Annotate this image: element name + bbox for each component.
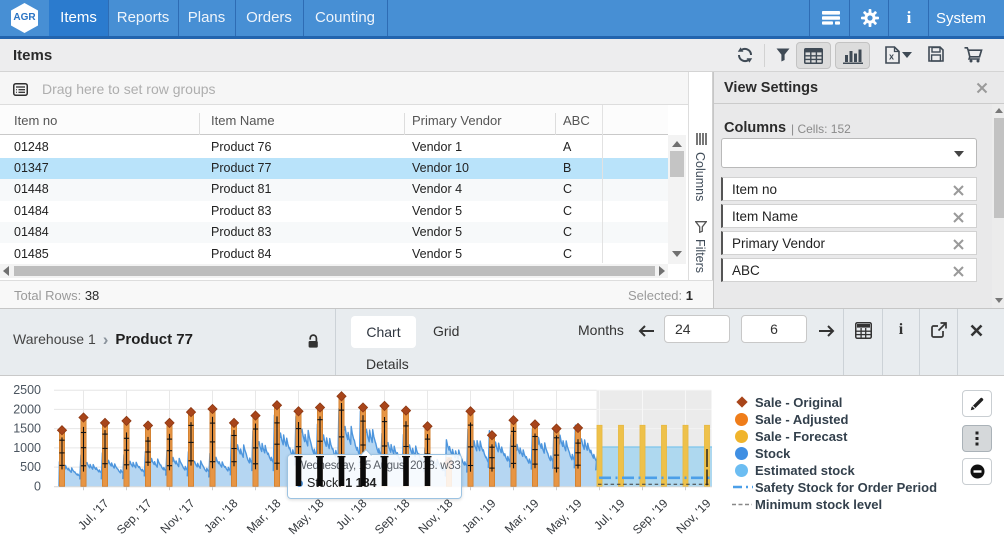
svg-text:Nov, '17: Nov, '17 — [157, 496, 197, 536]
svg-text:1500: 1500 — [13, 422, 41, 436]
svg-text:2500: 2500 — [13, 383, 41, 397]
svg-text:0: 0 — [34, 479, 41, 493]
svg-text:Sep, '17: Sep, '17 — [114, 496, 155, 536]
svg-text:2000: 2000 — [13, 402, 41, 416]
svg-text:Sep, '19: Sep, '19 — [630, 496, 671, 536]
svg-text:1000: 1000 — [13, 441, 41, 455]
svg-text:Jul, '17: Jul, '17 — [75, 496, 112, 533]
svg-text:x: x — [889, 52, 894, 62]
svg-text:Nov, '19: Nov, '19 — [673, 496, 713, 536]
svg-text:Mar, '18: Mar, '18 — [244, 496, 284, 536]
svg-text:Jan, '18: Jan, '18 — [201, 496, 241, 536]
svg-text:500: 500 — [20, 460, 41, 474]
